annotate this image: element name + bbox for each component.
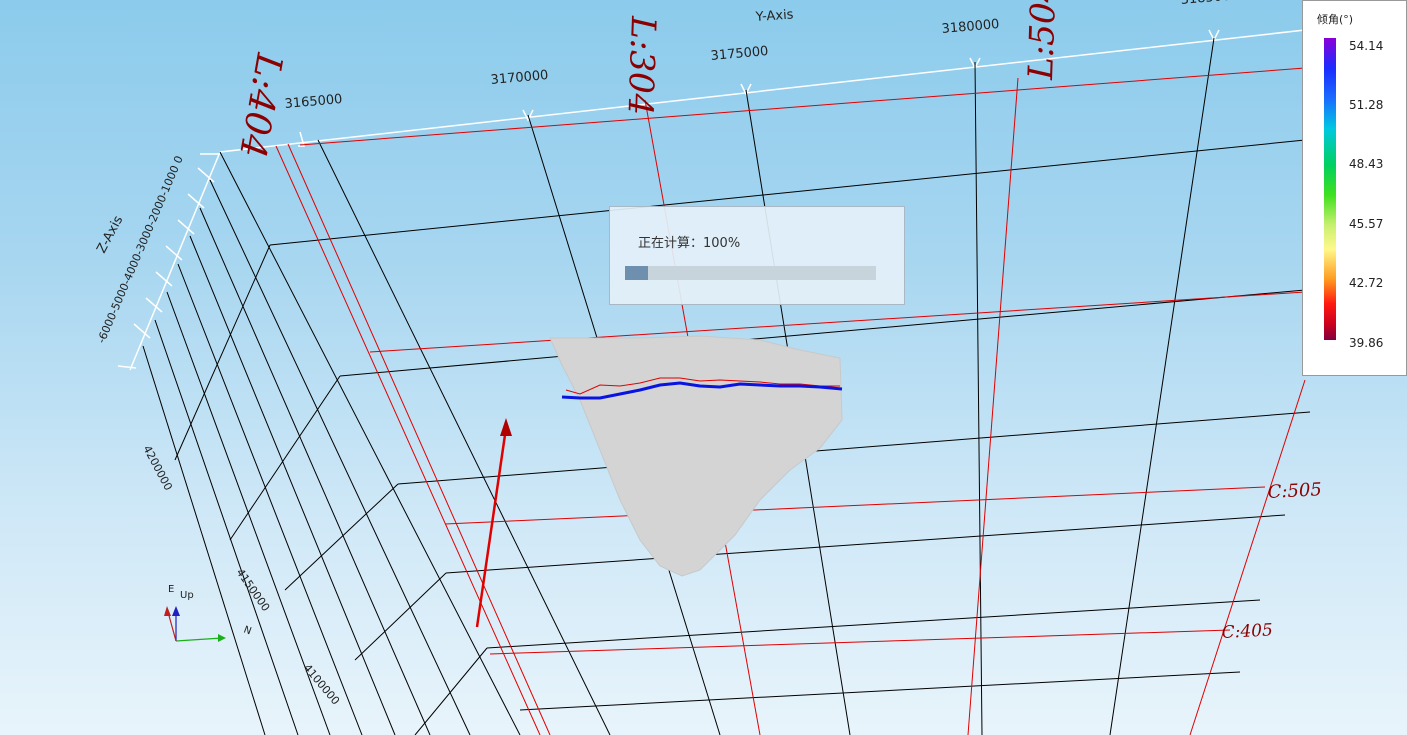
progress-dialog: 正在计算：100% [609,206,905,305]
y-tick-label: 3185000 [1180,0,1239,8]
survey-line-label: L:504 [1021,0,1064,81]
dip-angle-legend: 倾角(°) 54.14 51.28 48.43 45.57 42.72 39.8… [1302,0,1407,376]
legend-title: 倾角(°) [1317,13,1354,26]
east-label: E [168,584,174,595]
survey-line-label: C:405 [1221,620,1273,643]
north-label: N [242,624,253,637]
y-axis-title: Y-Axis [754,7,794,25]
x-tick-label: 4200000 [140,443,174,492]
legend-value: 42.72 [1349,276,1384,290]
legend-color-bar [1324,38,1336,340]
survey-line-label: C:505 [1267,479,1322,503]
orientation-gizmo: E Up N [164,584,253,642]
progress-bar-fill [625,266,648,280]
z-axis-title: Z-Axis [94,213,126,256]
x-tick-label: 4150000 [234,566,273,614]
up-label: Up [180,590,194,601]
3d-viewport[interactable]: E Up N Y-Axis 3165000 3170000 3175000 31… [0,0,1407,735]
legend-value: 54.14 [1349,39,1384,53]
legend-value: 39.86 [1349,336,1384,350]
legend-value: 45.57 [1349,217,1384,231]
legend-value: 48.43 [1349,157,1384,171]
y-tick-label: 3180000 [941,17,1000,37]
progress-bar [625,266,876,280]
fault-surface[interactable] [549,335,843,577]
progress-text: 正在计算：100% [638,236,741,251]
y-tick-label: 3170000 [490,68,549,88]
legend-value: 51.28 [1349,98,1384,112]
survey-line-label: L:304 [620,15,663,116]
y-tick-label: 3165000 [284,92,343,112]
survey-line-label: L:404 [231,49,290,160]
y-tick-label: 3175000 [710,44,769,64]
